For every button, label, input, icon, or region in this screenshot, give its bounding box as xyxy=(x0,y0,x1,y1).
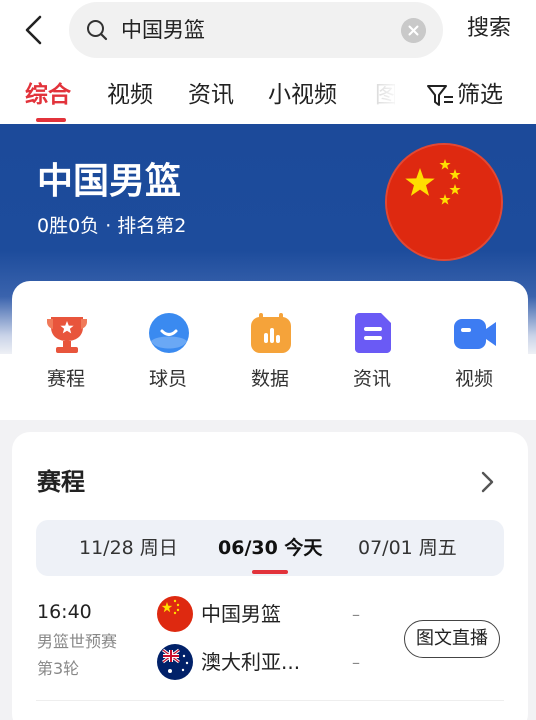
match-time: 16:40 xyxy=(37,601,92,623)
player-icon xyxy=(149,313,189,353)
team-name: 中国男篮 xyxy=(37,161,182,202)
team-record: 0胜0负 · 排名第2 xyxy=(37,215,187,237)
text-live-button[interactable]: 图文直播 xyxy=(404,620,500,658)
away-team-name: 澳大利亚... xyxy=(201,650,301,674)
nav-label: 赛程 xyxy=(46,368,85,390)
match-stage: 男篮世预赛 xyxy=(37,632,118,651)
nav-label: 球员 xyxy=(148,368,187,390)
nav-news[interactable]: 资讯 xyxy=(337,311,407,401)
date-selector: 11/28 周日 06/30 今天 07/01 周五 xyxy=(36,520,504,576)
schedule-card: 赛程 11/28 周日 06/30 今天 07/01 周五 16:40 男篮世预… xyxy=(12,432,528,720)
back-arrow-icon[interactable] xyxy=(20,14,48,46)
filter-icon xyxy=(427,85,453,106)
nav-label: 数据 xyxy=(250,368,289,390)
tabs-fade xyxy=(360,62,430,124)
nav-players[interactable]: 球员 xyxy=(133,311,203,401)
schedule-title: 赛程 xyxy=(37,468,85,496)
home-score: – xyxy=(352,605,360,624)
match-round: 第3轮 xyxy=(37,659,80,678)
nav-label: 资讯 xyxy=(352,368,391,390)
date-tab[interactable]: 07/01 周五 xyxy=(358,536,457,560)
nav-label: 视频 xyxy=(454,368,493,390)
away-score: – xyxy=(352,653,360,672)
tab-active-indicator xyxy=(36,118,66,122)
australia-flag-icon xyxy=(157,644,193,680)
tab-short-video[interactable]: 小视频 xyxy=(268,80,337,110)
nav-stats[interactable]: 数据 xyxy=(235,311,305,401)
video-icon xyxy=(454,319,496,349)
match-row[interactable]: 16:40 男篮世预赛 第3轮 中国男篮 – 澳大利亚... – 图文直播 xyxy=(12,592,528,702)
search-button[interactable]: 搜索 xyxy=(467,14,511,44)
news-icon xyxy=(355,313,391,353)
tab-news[interactable]: 资讯 xyxy=(188,80,234,110)
divider xyxy=(36,700,504,701)
date-active-indicator xyxy=(252,570,288,574)
trophy-icon xyxy=(47,317,87,353)
nav-video[interactable]: 视频 xyxy=(439,311,509,401)
stats-icon xyxy=(251,313,291,353)
tab-comprehensive[interactable]: 综合 xyxy=(25,80,71,110)
date-tab-today[interactable]: 06/30 今天 xyxy=(218,536,322,560)
nav-schedule[interactable]: 赛程 xyxy=(31,311,101,401)
search-input[interactable]: 中国男篮 xyxy=(69,2,443,58)
category-tabs: 综合 视频 资讯 小视频 图 筛选 xyxy=(0,62,536,124)
china-flag-logo xyxy=(385,143,503,261)
home-team-name: 中国男篮 xyxy=(201,602,281,626)
search-query[interactable]: 中国男篮 xyxy=(121,16,205,44)
china-flag-icon xyxy=(157,596,193,632)
search-header: 中国男篮 搜索 xyxy=(0,0,536,62)
filter-label: 筛选 xyxy=(457,82,503,108)
quick-nav-card: 赛程 球员 数据 资讯 视频 xyxy=(12,281,528,420)
search-icon xyxy=(87,20,108,41)
date-tab[interactable]: 11/28 周日 xyxy=(79,536,178,560)
clear-icon[interactable] xyxy=(401,18,426,43)
tab-video[interactable]: 视频 xyxy=(107,80,153,110)
chevron-right-icon[interactable] xyxy=(479,470,497,494)
